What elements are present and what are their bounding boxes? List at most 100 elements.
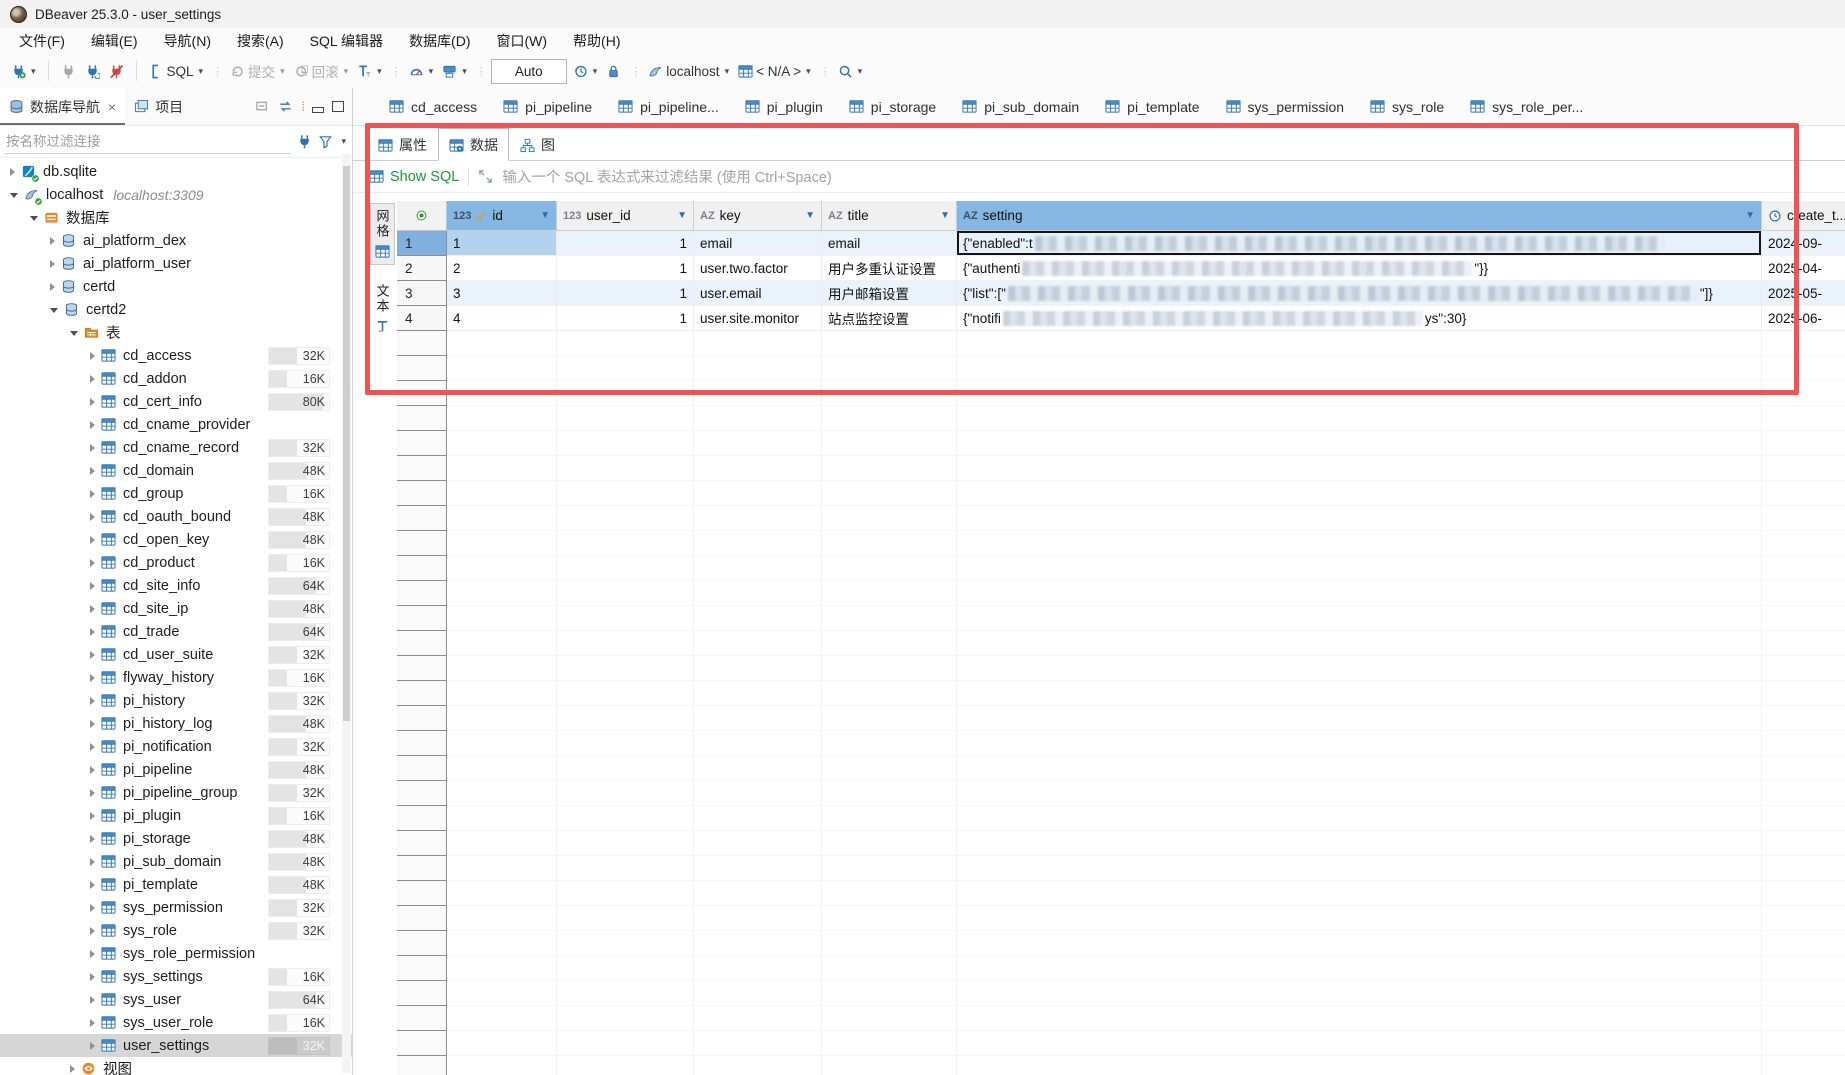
empty-cell[interactable] (957, 906, 1762, 931)
empty-cell[interactable] (557, 831, 694, 856)
empty-cell[interactable] (694, 531, 822, 556)
empty-cell[interactable] (822, 331, 957, 356)
empty-cell[interactable] (447, 831, 557, 856)
chevron-right-icon[interactable] (90, 1019, 95, 1027)
empty-cell[interactable] (822, 956, 957, 981)
empty-cell[interactable] (557, 531, 694, 556)
empty-cell[interactable] (957, 1006, 1762, 1031)
empty-cell[interactable] (822, 1006, 957, 1031)
cell-id[interactable]: 2 (447, 256, 557, 281)
column-header-id[interactable]: 123id▼ (447, 201, 557, 231)
tree-node-cd_open_key[interactable]: cd_open_key48K (0, 528, 352, 551)
row-number-cell[interactable] (397, 406, 447, 431)
commit-button[interactable]: 提交▾ (227, 58, 288, 84)
empty-cell[interactable] (557, 331, 694, 356)
chevron-right-icon[interactable] (50, 237, 55, 245)
column-header-create_t[interactable]: create_t... (1762, 201, 1845, 231)
empty-cell[interactable] (447, 906, 557, 931)
row-number-cell[interactable] (397, 481, 447, 506)
cell-create-time[interactable]: 2024-09- (1762, 231, 1845, 256)
chevron-right-icon[interactable] (90, 835, 95, 843)
chevron-right-icon[interactable] (90, 789, 95, 797)
empty-cell[interactable] (694, 731, 822, 756)
chevron-right-icon[interactable] (90, 582, 95, 590)
empty-cell[interactable] (822, 556, 957, 581)
row-number-cell[interactable] (397, 506, 447, 531)
tree-node-cd_cname_record[interactable]: cd_cname_record32K (0, 436, 352, 459)
empty-cell[interactable] (557, 1031, 694, 1056)
column-filter-icon[interactable]: ▼ (677, 210, 687, 221)
empty-cell[interactable] (1762, 431, 1845, 456)
empty-cell[interactable] (822, 581, 957, 606)
cell-setting[interactable]: {"notifiys":30} (957, 306, 1762, 331)
row-number-cell[interactable] (397, 706, 447, 731)
row-number-cell[interactable] (397, 456, 447, 481)
empty-cell[interactable] (822, 356, 957, 381)
column-filter-icon[interactable]: ▼ (805, 210, 815, 221)
empty-cell[interactable] (822, 981, 957, 1006)
empty-cell[interactable] (957, 931, 1762, 956)
empty-cell[interactable] (447, 481, 557, 506)
empty-cell[interactable] (694, 781, 822, 806)
row-number-cell[interactable] (397, 1031, 447, 1056)
row-number-cell[interactable]: 1 (397, 231, 447, 256)
row-number-cell[interactable] (397, 631, 447, 656)
tree-node-pi_pipeline[interactable]: pi_pipeline48K (0, 758, 352, 781)
empty-cell[interactable] (447, 556, 557, 581)
empty-cell[interactable] (557, 581, 694, 606)
empty-cell[interactable] (694, 356, 822, 381)
empty-cell[interactable] (822, 931, 957, 956)
chevron-right-icon[interactable] (90, 904, 95, 912)
show-sql-button[interactable]: Show SQL (369, 169, 459, 185)
row-number-cell[interactable] (397, 431, 447, 456)
empty-cell[interactable] (822, 631, 957, 656)
chevron-right-icon[interactable] (90, 927, 95, 935)
column-filter-icon[interactable]: ▼ (940, 210, 950, 221)
close-icon[interactable]: × (108, 99, 116, 115)
empty-cell[interactable] (1762, 606, 1845, 631)
row-number-cell[interactable] (397, 856, 447, 881)
result-tab-图[interactable]: 图 (509, 128, 566, 161)
empty-cell[interactable] (822, 681, 957, 706)
tree-node-pi_plugin[interactable]: pi_plugin16K (0, 804, 352, 827)
empty-cell[interactable] (1762, 656, 1845, 681)
cell-setting[interactable]: {"authenti"}} (957, 256, 1762, 281)
cell-title[interactable]: 用户多重认证设置 (822, 256, 957, 281)
empty-cell[interactable] (557, 856, 694, 881)
tree-node-certd[interactable]: certd (0, 275, 352, 298)
row-number-cell[interactable] (397, 1006, 447, 1031)
row-number-cell[interactable]: 4 (397, 306, 447, 331)
empty-cell[interactable] (557, 381, 694, 406)
empty-cell[interactable] (1762, 1056, 1845, 1075)
row-number-cell[interactable] (397, 381, 447, 406)
tree-node-localhost[interactable]: localhostlocalhost:3309 (0, 183, 352, 206)
cell-key[interactable]: user.two.factor (694, 256, 822, 281)
empty-cell[interactable] (957, 756, 1762, 781)
chevron-right-icon[interactable] (90, 467, 95, 475)
performance-button[interactable]: ▾ (406, 61, 437, 82)
empty-cell[interactable] (822, 481, 957, 506)
editor-tab-sys_role_per[interactable]: sys_role_per... (1470, 99, 1583, 115)
tree-node-cd_user_suite[interactable]: cd_user_suite32K (0, 643, 352, 666)
empty-cell[interactable] (694, 456, 822, 481)
tree-node-cd_trade[interactable]: cd_trade64K (0, 620, 352, 643)
network-button[interactable]: ▾ (439, 61, 470, 82)
tree-node-cd_site_info[interactable]: cd_site_info64K (0, 574, 352, 597)
connection-selector[interactable]: localhost▾ (645, 61, 732, 82)
editor-tab-pi_pipeline[interactable]: pi_pipeline (503, 99, 592, 115)
empty-cell[interactable] (957, 956, 1762, 981)
transaction-mode-button[interactable]: ▾ (354, 61, 385, 82)
cell-user-id[interactable]: 1 (557, 306, 694, 331)
empty-cell[interactable] (557, 731, 694, 756)
tree-node-[interactable]: 数据库 (0, 206, 352, 229)
empty-cell[interactable] (447, 331, 557, 356)
row-number-cell[interactable] (397, 681, 447, 706)
empty-cell[interactable] (1762, 531, 1845, 556)
chevron-right-icon[interactable] (90, 950, 95, 958)
link-with-editor-icon[interactable] (278, 99, 293, 114)
tree-node-cd_cname_provider[interactable]: cd_cname_provider (0, 413, 352, 436)
tree-node-[interactable]: 表 (0, 321, 352, 344)
empty-cell[interactable] (694, 431, 822, 456)
tree-node-user_settings[interactable]: user_settings32K (0, 1034, 352, 1057)
lock-button[interactable] (603, 61, 624, 82)
